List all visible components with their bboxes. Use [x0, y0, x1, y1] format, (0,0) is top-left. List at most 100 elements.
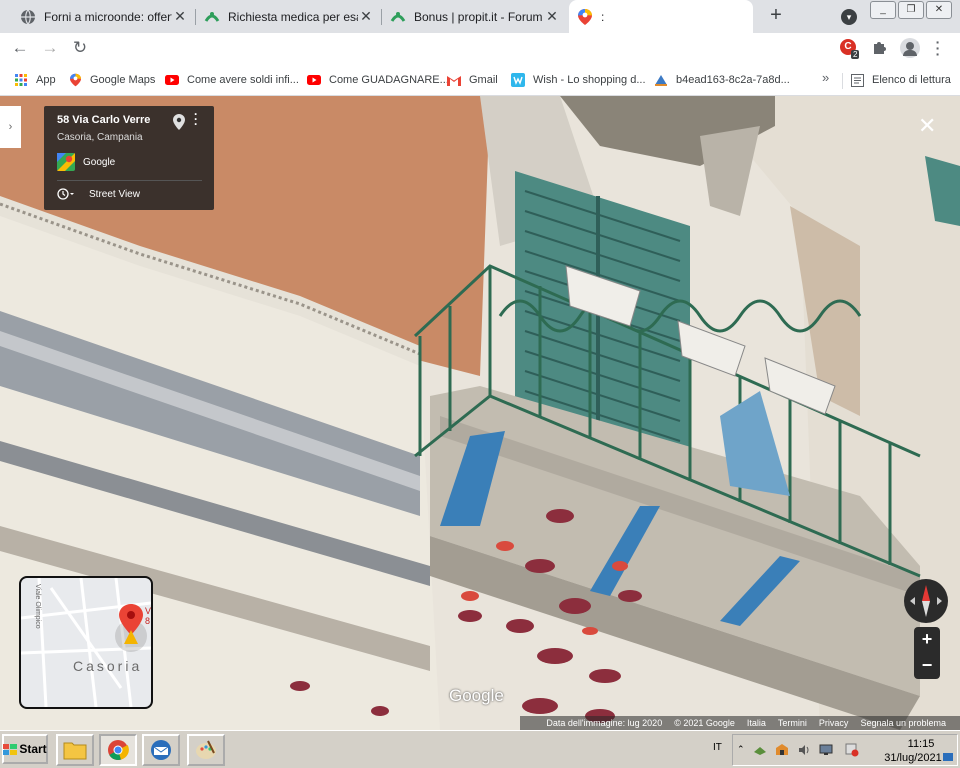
tab-bonus[interactable]: Bonus | propit.it - Forum pe ✕ [382, 0, 568, 33]
street-view-panorama[interactable]: › 58 Via Carlo Verre Casoria, Campania ·… [0, 96, 960, 730]
restore-button[interactable]: ❐ [898, 1, 924, 19]
globe-icon [20, 9, 36, 25]
window-controls: _ ❐ ✕ [870, 1, 952, 19]
reading-list-icon [850, 73, 864, 87]
tray-network-icon[interactable] [753, 743, 767, 757]
close-icon[interactable]: ✕ [358, 8, 374, 25]
bookmark-wish[interactable]: Wish - Lo shopping d... [511, 72, 646, 88]
google-maps-link[interactable]: Google [57, 153, 115, 171]
close-icon[interactable]: ✕ [172, 8, 188, 25]
tab-richiesta[interactable]: Richiesta medica per esame ✕ [196, 0, 382, 33]
tray-monitor-icon[interactable] [819, 743, 833, 757]
bookmark-label: Come GUADAGNARE... [329, 74, 449, 86]
bookmark-label: b4ead163-8c2a-7a8d... [676, 74, 790, 86]
compass-icon[interactable] [904, 579, 948, 623]
taskbar-chrome[interactable] [99, 734, 137, 766]
bookmark-b4ead163[interactable]: b4ead163-8c2a-7a8d... [654, 72, 790, 88]
bookmarks-overflow-button[interactable]: » [822, 70, 829, 85]
maps-pin-icon [68, 73, 82, 87]
bookmark-come-guadagnare[interactable]: Come GUADAGNARE... [307, 72, 449, 88]
reading-list-button[interactable]: Elenco di lettura [850, 72, 951, 88]
puzzle-extensions-icon[interactable] [872, 39, 888, 55]
maps-pin-icon [577, 8, 593, 25]
window-close-button[interactable]: ✕ [926, 1, 952, 19]
taskbar-explorer[interactable] [56, 734, 94, 766]
tab-search-button[interactable]: ▾ [841, 9, 857, 25]
show-desktop-icon[interactable] [943, 753, 953, 761]
bookmark-gmail[interactable]: Gmail [447, 72, 498, 88]
history-clock-icon [57, 188, 75, 200]
youtube-icon [165, 73, 179, 87]
tab-forni[interactable]: Forni a microonde: offerte e ✕ [12, 0, 196, 33]
side-panel-toggle[interactable]: › [0, 106, 21, 148]
page-icon [654, 73, 668, 87]
mail-client-icon [149, 739, 173, 761]
browser-toolbar: ← → ↻ C 2 · · · [0, 33, 960, 64]
kebab-menu-icon[interactable]: · · · [930, 35, 946, 61]
street-view-history-button[interactable]: Street View [57, 188, 140, 200]
clock-time[interactable]: 11:15 [891, 738, 951, 750]
clock-date[interactable]: 31/lug/2021 [873, 752, 953, 764]
extension-badge: 2 [851, 50, 860, 59]
zoom-out-button[interactable]: − [914, 653, 940, 679]
minimap-city-label: Casoria [73, 658, 143, 674]
bookmarks-bar: App Google Maps Come avere soldi infi...… [0, 64, 960, 96]
footer-terms-link[interactable]: Termini [778, 718, 807, 728]
zoom-in-button[interactable]: + [914, 627, 940, 653]
tab-title: Forni a microonde: offerte e [44, 9, 172, 24]
bookmark-label: Gmail [469, 74, 498, 86]
bookmarks-separator [842, 73, 843, 89]
tray-volume-icon[interactable] [797, 743, 811, 757]
bookmark-come-avere-soldi[interactable]: Come avere soldi infi... [165, 72, 299, 88]
minimap-road-label: Viale Olimpico [34, 584, 41, 629]
new-tab-button[interactable]: + [764, 4, 788, 28]
paint-palette-icon [194, 739, 218, 761]
tab-strip: Forni a microonde: offerte e ✕ Richiesta… [0, 0, 960, 33]
windows-flag-icon [3, 743, 18, 755]
minimize-button[interactable]: _ [870, 1, 896, 19]
image-date: Data dell'immagine: lug 2020 [546, 718, 663, 728]
folder-icon [63, 740, 87, 760]
taskbar-paint[interactable] [187, 734, 225, 766]
system-tray: ⌃ 11:15 31/lug/2021 [732, 734, 958, 766]
propit-icon [204, 9, 220, 25]
zoom-controls: + − [914, 627, 940, 679]
reload-button[interactable]: ↻ [70, 38, 90, 58]
start-button[interactable]: Start [2, 734, 48, 764]
card-divider [57, 180, 202, 181]
taskbar: Start IT ⌃ 11:15 31/lug/2021 [0, 730, 960, 768]
language-indicator[interactable]: IT [713, 742, 722, 753]
back-button[interactable]: ← [10, 38, 30, 58]
minimap[interactable]: Viale Olimpico V 8 Casoria [19, 576, 153, 709]
close-street-view-icon[interactable]: ✕ [918, 115, 936, 137]
propit-icon [390, 9, 406, 25]
location-pin-icon[interactable] [173, 114, 185, 135]
youtube-icon [307, 73, 321, 87]
tray-shield-icon[interactable] [775, 743, 789, 757]
footer-country-link[interactable]: Italia [747, 718, 766, 728]
forward-button[interactable]: → [40, 38, 60, 58]
provider-label: Google [83, 156, 116, 168]
close-icon[interactable]: ✕ [544, 8, 560, 25]
tab-title: : [601, 9, 605, 24]
apps-grid-icon [14, 73, 28, 87]
location-card: 58 Via Carlo Verre Casoria, Campania · · ·… [44, 106, 214, 210]
address-title: 58 Via Carlo Verre [57, 114, 151, 126]
footer-privacy-link[interactable]: Privacy [819, 718, 849, 728]
footer-report-link[interactable]: Segnala un problema [860, 718, 946, 728]
tray-alert-icon[interactable] [845, 743, 859, 757]
tab-title: Richiesta medica per esame [228, 9, 358, 24]
profile-avatar-icon[interactable] [900, 38, 920, 58]
bookmark-label: App [36, 74, 56, 86]
tab-title: Bonus | propit.it - Forum pe [414, 9, 544, 24]
bookmark-label: Wish - Lo shopping d... [533, 74, 646, 86]
bookmark-google-maps[interactable]: Google Maps [68, 72, 155, 88]
minimap-street-label: V 8 [145, 606, 152, 626]
wish-icon [511, 73, 525, 87]
tray-expand-icon[interactable]: ⌃ [737, 744, 751, 758]
bookmark-app[interactable]: App [14, 72, 56, 88]
taskbar-mail[interactable] [142, 734, 180, 766]
start-label: Start [19, 742, 47, 756]
more-options-icon[interactable]: · · · [194, 108, 198, 130]
tab-maps-active[interactable]: : [569, 0, 753, 33]
